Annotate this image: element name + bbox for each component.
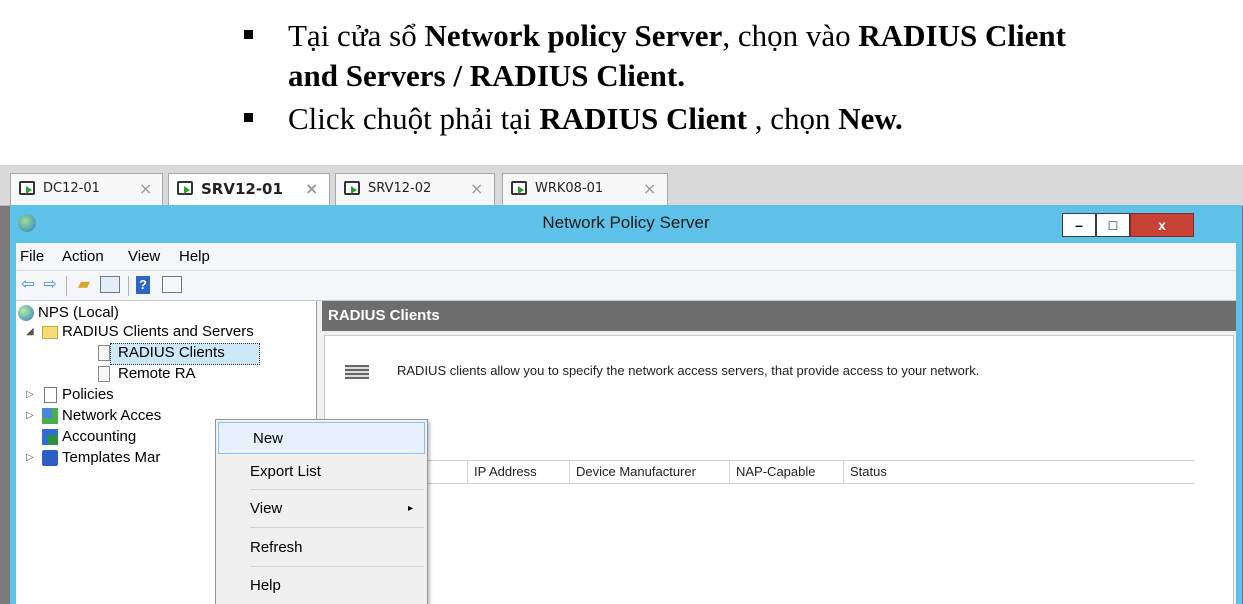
toolbar-separator (66, 276, 67, 296)
maximize-button[interactable]: □ (1096, 213, 1130, 237)
bullet2-text-2: , chọn (746, 101, 839, 136)
context-menu-refresh[interactable]: Refresh (216, 532, 427, 564)
collapse-arrow-icon[interactable]: ◢ (26, 322, 34, 342)
bullet2-bold-1: RADIUS Client (539, 101, 747, 136)
tab-label: SRV12-02 (368, 181, 432, 196)
menu-separator (250, 566, 424, 567)
tab-close-icon[interactable]: × (470, 174, 483, 204)
tree-item-label: Policies (62, 386, 114, 403)
menu-separator (250, 489, 424, 490)
tab-label: DC12-01 (43, 181, 100, 196)
remote-desktop-icon (19, 181, 35, 195)
context-menu-label: View (250, 500, 283, 517)
close-button[interactable]: x (1130, 213, 1194, 237)
tree-item-label: Remote RA (118, 365, 196, 382)
tab-dc12-01[interactable]: DC12-01 × (10, 173, 163, 205)
policies-icon (44, 387, 57, 403)
tree-item-label: RADIUS Clients (118, 344, 225, 361)
tree-item-label: RADIUS Clients and Servers (62, 323, 254, 340)
bullet1-text-2: , chọn vào (722, 18, 859, 53)
document-icon (98, 345, 110, 361)
globe-icon (18, 305, 34, 321)
menu-view[interactable]: View (128, 248, 160, 265)
column-nap-capable[interactable]: NAP-Capable (729, 461, 843, 483)
context-menu-help[interactable]: Help (216, 570, 427, 602)
column-ip-address[interactable]: IP Address (467, 461, 569, 483)
remote-desktop-icon (177, 181, 193, 195)
folder-icon (42, 326, 58, 339)
forward-arrow-icon[interactable]: ⇨ (40, 276, 60, 294)
server-rack-icon (345, 365, 369, 379)
pane-header: RADIUS Clients (322, 301, 1236, 331)
expand-arrow-icon[interactable]: ▷ (26, 385, 34, 405)
tree-item-label: Accounting (62, 428, 137, 445)
up-folder-icon[interactable]: ▰ (74, 276, 94, 294)
tree-item-label: Network Acces (62, 407, 162, 424)
tab-srv12-01[interactable]: SRV12-01 × (168, 173, 330, 206)
accounting-icon (42, 429, 58, 445)
bullet2-bold-2: New. (838, 101, 903, 136)
bullet1-text-1: Tại cửa sổ (288, 18, 425, 53)
pane-description: RADIUS clients allow you to specify the … (397, 363, 980, 378)
details-pane: RADIUS Clients RADIUS clients allow you … (322, 301, 1236, 604)
action-pane-icon[interactable] (162, 276, 182, 293)
bullet1-continuation: and Servers / RADIUS Client. (288, 58, 685, 93)
back-arrow-icon[interactable]: ⇦ (18, 276, 38, 294)
expand-arrow-icon[interactable]: ▷ (26, 406, 34, 426)
window-title-bar[interactable]: Network Policy Server – □ x (10, 205, 1242, 243)
bullet2-text-1: Click chuột phải tại (288, 101, 540, 136)
window-client-area: File Action View Help ⇦ ⇨ ▰ ? NPS (Local… (16, 243, 1236, 604)
clients-list-header: IP Address Device Manufacturer NAP-Capab… (325, 460, 1195, 484)
tab-srv12-02[interactable]: SRV12-02 × (335, 173, 495, 205)
expand-arrow-icon[interactable]: ▷ (26, 448, 34, 468)
tab-close-icon[interactable]: × (139, 174, 152, 204)
toolbar: ⇦ ⇨ ▰ ? (16, 271, 1236, 301)
menu-action[interactable]: Action (62, 248, 104, 265)
templates-icon (42, 450, 58, 466)
toolbar-separator (128, 276, 129, 296)
remote-desktop-icon (511, 181, 527, 195)
menu-file[interactable]: File (20, 248, 44, 265)
show-hide-tree-icon[interactable] (100, 276, 120, 293)
column-status[interactable]: Status (843, 461, 1195, 483)
context-menu-new[interactable]: New (218, 422, 425, 454)
instruction-text: Tại cửa sổ Network policy Server, chọn v… (0, 0, 1243, 165)
vm-tab-bar: DC12-01 × SRV12-01 × SRV12-02 × WRK08-01… (0, 165, 1243, 206)
embedded-screenshot: DC12-01 × SRV12-01 × SRV12-02 × WRK08-01… (0, 165, 1243, 604)
window-title: Network Policy Server (542, 213, 710, 232)
tree-item-label: Templates Mar (62, 449, 161, 466)
tab-label: SRV12-01 (201, 180, 283, 198)
bullet1-bold-1: Network policy Server (424, 18, 723, 53)
submenu-arrow-icon: ▸ (407, 503, 413, 514)
menu-separator (250, 527, 424, 528)
nps-window: Network Policy Server – □ x File Action … (10, 205, 1242, 604)
menu-help[interactable]: Help (179, 248, 210, 265)
bullet-square-icon (244, 30, 253, 39)
tab-close-icon[interactable]: × (305, 174, 318, 204)
menu-bar: File Action View Help (16, 243, 1236, 271)
tab-wrk08-01[interactable]: WRK08-01 × (502, 173, 668, 205)
tab-close-icon[interactable]: × (643, 174, 656, 204)
context-menu-view[interactable]: View ▸ (216, 493, 427, 525)
document-icon (98, 366, 110, 382)
details-panel: RADIUS clients allow you to specify the … (324, 335, 1234, 604)
remote-desktop-icon (344, 181, 360, 195)
tree-item-label: NPS (Local) (38, 304, 119, 321)
minimize-button[interactable]: – (1062, 213, 1096, 237)
bullet-square-icon (244, 113, 253, 122)
column-device-manufacturer[interactable]: Device Manufacturer (569, 461, 729, 483)
tab-label: WRK08-01 (535, 181, 604, 196)
context-menu: New Export List View ▸ Refresh Help (215, 419, 428, 604)
context-menu-export-list[interactable]: Export List (216, 456, 427, 488)
bullet1-bold-2: RADIUS Client (858, 18, 1066, 53)
help-icon[interactable]: ? (136, 276, 150, 294)
network-icon (42, 408, 58, 424)
